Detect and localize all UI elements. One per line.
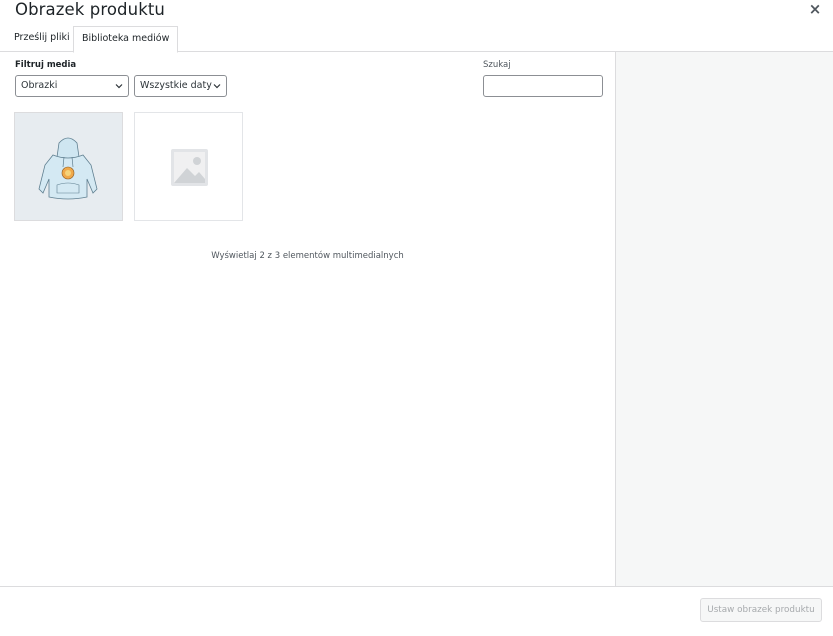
filter-media-label: Filtruj media: [15, 60, 77, 70]
media-type-value: Obrazki: [21, 80, 58, 91]
chevron-down-icon: [213, 84, 221, 89]
close-button[interactable]: ×: [806, 0, 824, 18]
date-select-value: Wszystkie daty: [140, 80, 212, 91]
modal-title: Obrazek produktu: [15, 0, 165, 19]
date-select[interactable]: Wszystkie daty: [134, 75, 227, 97]
media-count-text: Wyświetlaj 2 z 3 elementów multimedialny…: [211, 251, 404, 261]
media-tabs: Prześlij pliki Biblioteka mediów: [0, 26, 833, 53]
media-type-select[interactable]: Obrazki: [15, 75, 129, 97]
close-icon: ×: [808, 0, 822, 18]
search-input[interactable]: [483, 75, 603, 97]
search-label: Szukaj: [483, 60, 511, 70]
attachment-thumbnail-hoodie[interactable]: [14, 112, 123, 221]
set-product-image-button[interactable]: Ustaw obrazek produktu: [700, 598, 822, 622]
tab-upload-files[interactable]: Prześlij pliki: [6, 26, 78, 52]
attachment-thumbnail-placeholder[interactable]: [134, 112, 243, 221]
chevron-down-icon: [115, 84, 123, 89]
image-placeholder-icon: [171, 149, 208, 186]
tab-media-library[interactable]: Biblioteka mediów: [73, 26, 179, 53]
attachment-details-sidebar: [615, 52, 833, 586]
hoodie-image: [38, 137, 98, 200]
